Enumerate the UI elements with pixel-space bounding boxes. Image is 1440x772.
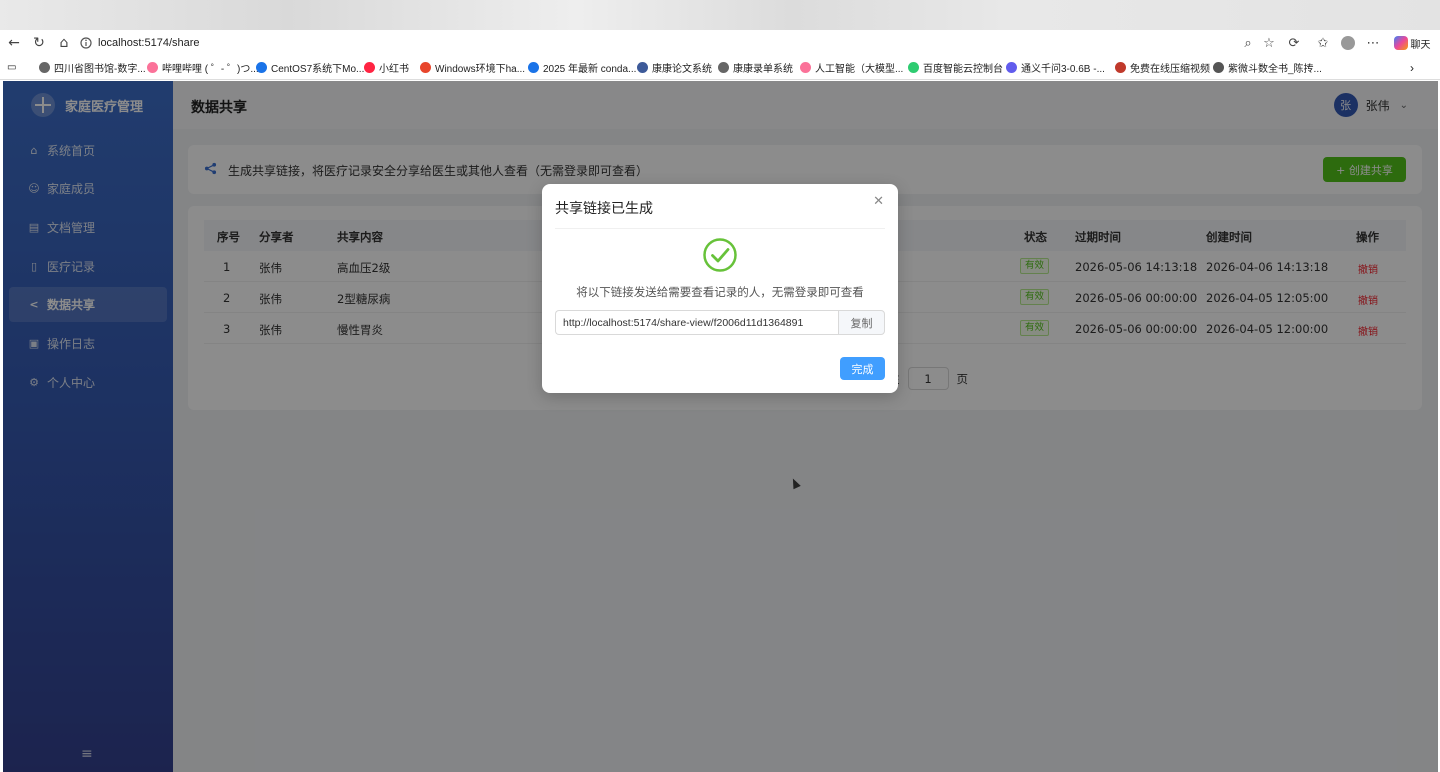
success-check-icon [703, 238, 737, 272]
bookmark-label: 免费在线压缩视频 [1130, 64, 1210, 75]
bookmark-item[interactable]: 哔哩哔哩 ( ゜- ゜)つ... [147, 59, 259, 76]
bookmark-favicon-icon [39, 62, 50, 73]
bookmark-item[interactable]: 百度智能云控制台 [908, 59, 1003, 76]
copilot-button[interactable]: 聊天 [1390, 33, 1434, 53]
bookmark-item[interactable]: 紫微斗数全书_陈抟... [1213, 59, 1322, 76]
bookmarks-bar: ▭ 四川省图书馆-数字... 哔哩哔哩 ( ゜- ゜)つ... CentOS7系统下… [0, 55, 1440, 80]
bookmark-label: 康康录单系统 [733, 64, 793, 75]
url-text: localhost:5174/share [98, 36, 200, 49]
bookmark-favicon-icon [1213, 62, 1224, 73]
bookmark-label: CentOS7系统下Mo... [271, 64, 365, 75]
bookmark-favicon-icon [364, 62, 375, 73]
bookmark-item[interactable]: 通义千问3-0.6B -... [1006, 59, 1105, 76]
favorites-icon[interactable]: ✩ [1313, 33, 1333, 53]
dialog-message: 将以下链接发送给需要查看记录的人，无需登录即可查看 [576, 285, 864, 299]
zoom-icon[interactable]: ⌕ [1238, 33, 1258, 53]
info-icon [80, 36, 92, 49]
more-icon[interactable]: ⋯ [1363, 33, 1383, 53]
copilot-icon [1393, 36, 1408, 50]
bookmark-label: 百度智能云控制台 [923, 64, 1003, 75]
bookmark-favicon-icon [908, 62, 919, 73]
bookmark-item[interactable]: 免费在线压缩视频 [1115, 59, 1210, 76]
bookmark-item[interactable]: 康康录单系统 [718, 59, 793, 76]
extensions-icon[interactable]: ⟳ [1284, 33, 1304, 53]
bookmark-item[interactable]: 四川省图书馆-数字... [39, 59, 146, 76]
bookmarks-more-icon[interactable]: › [1410, 59, 1414, 76]
bookmark-item[interactable]: 2025 年最新 conda... [528, 59, 636, 76]
bookmark-favicon-icon [637, 62, 648, 73]
copilot-label: 聊天 [1410, 39, 1431, 51]
share-link-dialog: 共享链接已生成 ✕ 将以下链接发送给需要查看记录的人，无需登录即可查看 http… [542, 184, 898, 393]
reading-list-icon[interactable]: ▭ [7, 59, 16, 76]
copy-button[interactable]: 复制 [838, 310, 885, 335]
bookmark-favicon-icon [420, 62, 431, 73]
done-button[interactable]: 完成 [840, 357, 885, 380]
bookmark-favicon-icon [147, 62, 158, 73]
bookmark-label: 2025 年最新 conda... [543, 64, 637, 75]
reload-icon[interactable]: ↻ [29, 33, 49, 53]
share-link-row: http://localhost:5174/share-view/f2006d1… [555, 310, 885, 335]
close-icon[interactable]: ✕ [873, 194, 884, 209]
back-icon[interactable]: ← [4, 33, 24, 53]
bookmark-favicon-icon [800, 62, 811, 73]
bookmark-favicon-icon [1006, 62, 1017, 73]
bookmark-label: 通义千问3-0.6B -... [1021, 64, 1105, 75]
bookmark-item[interactable]: CentOS7系统下Mo... [256, 59, 364, 76]
bookmark-favicon-icon [1115, 62, 1126, 73]
dialog-divider [555, 228, 885, 229]
profile-icon[interactable] [1338, 33, 1358, 53]
share-link-input[interactable]: http://localhost:5174/share-view/f2006d1… [555, 310, 838, 335]
bookmark-item[interactable]: 小红书 [364, 59, 409, 76]
bookmark-label: 哔哩哔哩 ( ゜- ゜)つ... [162, 64, 259, 75]
bookmark-favicon-icon [528, 62, 539, 73]
favorite-star-icon[interactable]: ☆ [1259, 33, 1279, 53]
bookmark-item[interactable]: Windows环境下ha... [420, 59, 525, 76]
bookmark-label: 四川省图书馆-数字... [54, 64, 146, 75]
bookmark-label: Windows环境下ha... [435, 64, 526, 75]
bookmark-item[interactable]: 人工智能（大模型... [800, 59, 903, 76]
bookmark-label: 紫微斗数全书_陈抟... [1228, 64, 1322, 75]
url-field[interactable]: localhost:5174/share [80, 32, 1280, 53]
bookmark-label: 人工智能（大模型... [815, 64, 904, 75]
browser-tab-strip [0, 0, 1440, 30]
bookmark-label: 康康论文系统 [652, 64, 712, 75]
bookmark-favicon-icon [718, 62, 729, 73]
address-bar-row: ← ↻ ⌂ localhost:5174/share ⌕ ☆ ⟳ ✩ ⋯ 聊天 [0, 30, 1440, 55]
home-icon[interactable]: ⌂ [54, 33, 74, 53]
bookmark-label: 小红书 [379, 64, 409, 75]
dialog-title: 共享链接已生成 [555, 201, 653, 217]
bookmark-favicon-icon [256, 62, 267, 73]
bookmark-item[interactable]: 康康论文系统 [637, 59, 712, 76]
